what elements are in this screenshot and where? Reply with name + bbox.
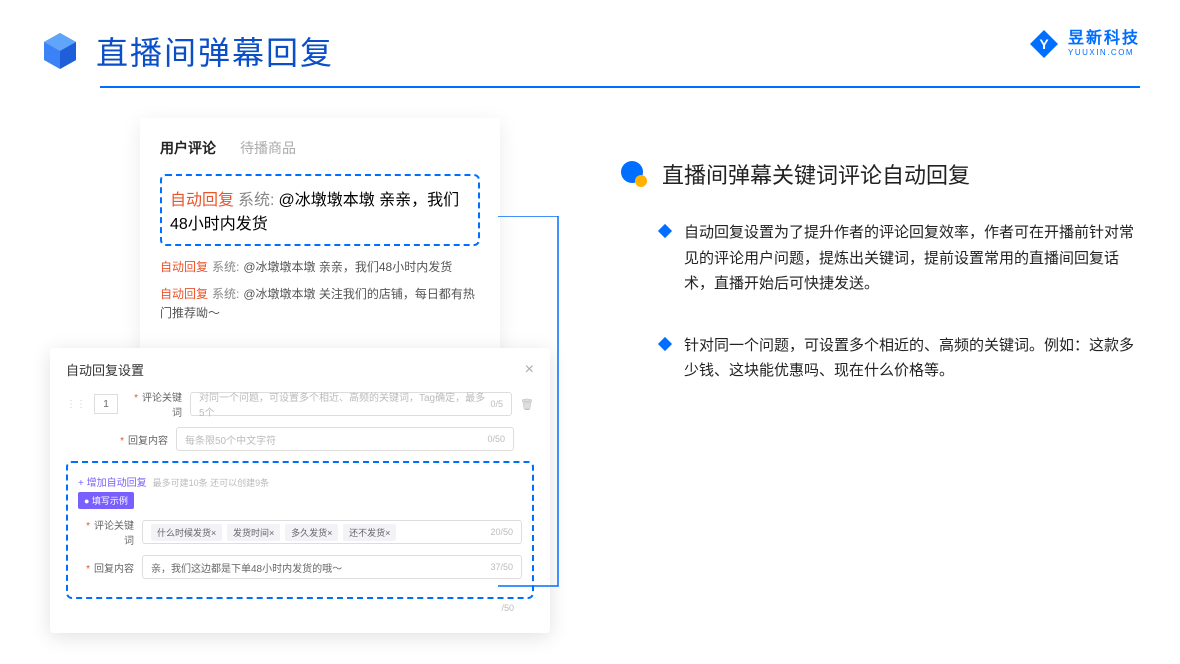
auto-reply-tag: 自动回复 [170, 192, 234, 209]
add-reply-link[interactable]: + 增加自动回复最多可建10条 还可以创建9条 [78, 473, 522, 491]
reply-input[interactable]: 每条限50个中文字符0/50 [176, 427, 514, 451]
close-icon[interactable]: × [525, 361, 534, 379]
label-reply: *回复内容 [78, 560, 134, 575]
brand-name-cn: 昱新科技 [1068, 31, 1140, 47]
label-keyword: *评论关键词 [78, 517, 134, 547]
section-title: 直播间弹幕关键词评论自动回复 [662, 158, 970, 190]
bullet-item: 针对同一个问题，可设置多个相近的、高频的关键词。例如：这款多少钱、这块能优惠吗、… [620, 333, 1140, 384]
screenshot-panel: 用户评论 待播商品 自动回复系统:@冰墩墩本墩 亲亲，我们48小时内发货 自动回… [40, 118, 560, 420]
page-title: 直播间弹幕回复 [96, 28, 334, 74]
label-reply: *回复内容 [112, 432, 168, 447]
diamond-icon [658, 336, 672, 350]
example-highlight: + 增加自动回复最多可建10条 还可以创建9条 ● 填写示例 *评论关键词 什么… [66, 461, 534, 599]
comments-card: 用户评论 待播商品 自动回复系统:@冰墩墩本墩 亲亲，我们48小时内发货 自动回… [140, 118, 500, 362]
label-keyword: *评论关键词 [126, 389, 182, 419]
comment-line: 自动回复系统:@冰墩墩本墩 关注我们的店铺，每日都有热门推荐呦～ [160, 285, 480, 323]
drag-handle-icon[interactable]: ⋮⋮ [66, 399, 86, 410]
example-badge: ● 填写示例 [78, 492, 134, 509]
comment-line: 自动回复系统:@冰墩墩本墩 亲亲，我们48小时内发货 [160, 258, 480, 277]
page-header: 直播间弹幕回复 [0, 0, 1180, 86]
description-panel: 直播间弹幕关键词评论自动回复 自动回复设置为了提升作者的评论回复效率，作者可在开… [560, 118, 1140, 420]
chat-bubble-icon [620, 160, 648, 188]
tab-comments[interactable]: 用户评论 [160, 138, 216, 158]
keyword-input[interactable]: 对同一个问题，可设置多个相近、高频的关键词，Tag确定，最多5个0/5 [190, 392, 512, 416]
brand-icon: Y [1028, 28, 1060, 60]
delete-icon[interactable]: 🗑 [520, 398, 534, 411]
example-keyword-input: 什么时候发货× 发货时间× 多久发货× 还不发货× 20/50 [142, 520, 522, 544]
bullet-item: 自动回复设置为了提升作者的评论回复效率，作者可在开播前针对常见的评论用户问题，提… [620, 220, 1140, 297]
settings-modal: 自动回复设置 × ⋮⋮ 1 *评论关键词 对同一个问题，可设置多个相近、高频的关… [50, 348, 550, 633]
svg-text:Y: Y [1039, 36, 1049, 52]
brand-name-en: YUUXIN.COM [1068, 49, 1140, 57]
tail-counter: /50 [66, 599, 534, 613]
example-reply-input: 亲，我们这边都是下单48小时内发货的哦～37/50 [142, 555, 522, 579]
modal-title: 自动回复设置 [66, 360, 144, 379]
highlighted-comment: 自动回复系统:@冰墩墩本墩 亲亲，我们48小时内发货 [160, 174, 480, 246]
cube-icon [40, 31, 80, 71]
index-box: 1 [94, 394, 118, 414]
brand-logo: Y 昱新科技 YUUXIN.COM [1028, 28, 1140, 60]
diamond-icon [658, 224, 672, 238]
tab-products[interactable]: 待播商品 [240, 138, 296, 158]
system-label: 系统: [238, 192, 274, 209]
